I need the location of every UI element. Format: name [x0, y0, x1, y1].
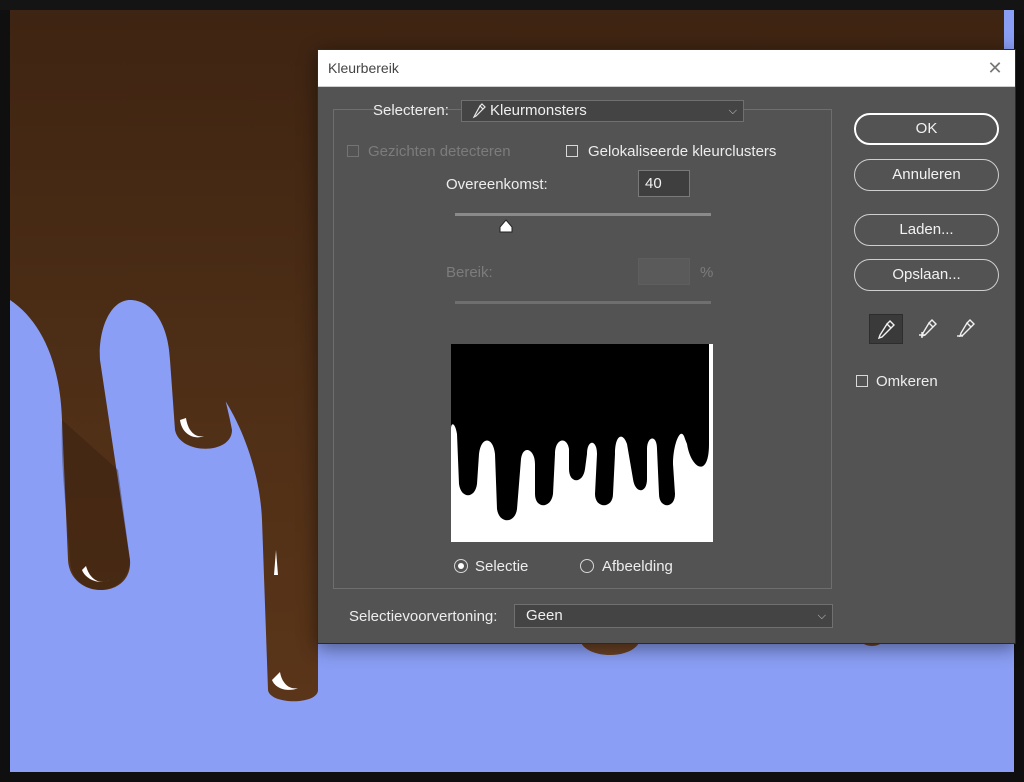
selection-mask-image	[451, 344, 713, 542]
image-radio[interactable]	[580, 559, 594, 573]
preview-mode-dropdown[interactable]: Geen ⌵	[514, 604, 833, 628]
dialog-titlebar[interactable]: Kleurbereik ✕	[318, 50, 1015, 87]
cancel-button[interactable]: Annuleren	[854, 159, 999, 191]
eyedropper-subtract-tool-button[interactable]	[949, 314, 983, 344]
range-slider-track[interactable]	[455, 301, 711, 304]
color-range-dialog: Kleurbereik ✕ Selecteren: Kleurmonsters …	[317, 49, 1016, 644]
chevron-down-icon: ⌵	[728, 105, 737, 117]
ok-button[interactable]: OK	[854, 113, 999, 145]
localized-clusters-checkbox[interactable]	[566, 145, 578, 157]
selection-radio-label: Selectie	[475, 558, 529, 575]
range-input[interactable]	[638, 258, 690, 285]
eyedropper-minus-icon	[957, 319, 975, 338]
save-button[interactable]: Opslaan...	[854, 259, 999, 291]
invert-checkbox[interactable]	[856, 375, 868, 387]
eyedropper-icon	[472, 103, 486, 125]
select-label: Selecteren:	[373, 102, 449, 119]
selection-radio[interactable]	[454, 559, 468, 573]
fuzziness-slider-thumb[interactable]	[499, 219, 513, 233]
detect-faces-checkbox[interactable]	[347, 145, 359, 157]
range-label: Bereik:	[446, 264, 493, 281]
select-dropdown[interactable]: Kleurmonsters ⌵	[461, 100, 744, 122]
detect-faces-label: Gezichten detecteren	[368, 143, 511, 160]
preview-mode-label: Selectievoorvertoning:	[349, 608, 498, 625]
invert-label: Omkeren	[876, 373, 938, 390]
localized-clusters-label: Gelokaliseerde kleurclusters	[588, 143, 777, 160]
preview-mode-value: Geen	[526, 607, 563, 624]
dialog-title: Kleurbereik	[328, 60, 399, 76]
image-radio-label: Afbeelding	[602, 558, 673, 575]
eyedropper-icon	[877, 320, 895, 339]
fuzziness-input[interactable]: 40	[638, 170, 690, 197]
eyedropper-plus-icon	[919, 319, 937, 338]
fuzziness-slider-track[interactable]	[455, 213, 711, 216]
fuzziness-label: Overeenkomst:	[446, 176, 548, 193]
load-button[interactable]: Laden...	[854, 214, 999, 246]
eyedropper-add-tool-button[interactable]	[911, 314, 945, 344]
selection-preview[interactable]	[451, 344, 713, 542]
select-value: Kleurmonsters	[490, 102, 587, 119]
range-unit: %	[700, 264, 714, 281]
eyedropper-tool-button[interactable]	[869, 314, 903, 344]
chevron-down-icon: ⌵	[817, 610, 826, 622]
close-icon[interactable]: ✕	[983, 56, 1007, 80]
